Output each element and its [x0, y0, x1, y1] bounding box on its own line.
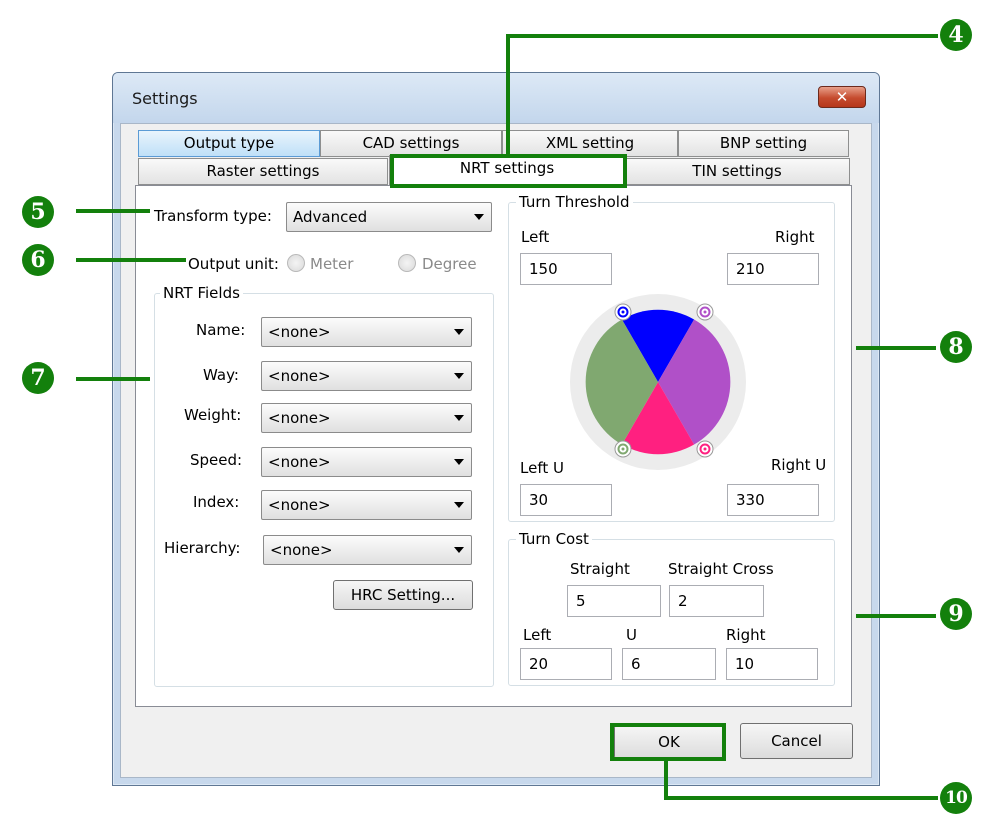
callout-4-leader-horizontal — [506, 34, 938, 38]
handle-right-u-icon[interactable] — [696, 440, 714, 458]
cost-u-label: U — [626, 626, 637, 644]
speed-field-value: <none> — [268, 453, 331, 471]
speed-field-dropdown[interactable]: <none> — [261, 447, 472, 477]
transform-type-label: Transform type: — [154, 207, 272, 225]
turn-threshold-pie[interactable] — [568, 292, 748, 472]
cost-straight-input[interactable]: 5 — [567, 585, 661, 617]
cost-left-input[interactable]: 20 — [520, 648, 612, 680]
threshold-right-input[interactable]: 210 — [727, 253, 819, 285]
transform-type-dropdown[interactable]: Advanced — [286, 202, 492, 232]
degree-radio[interactable] — [398, 254, 416, 272]
callout-5-leader — [76, 209, 150, 213]
turn-threshold-title: Turn Threshold — [516, 193, 633, 211]
ok-button-highlight — [610, 723, 726, 761]
way-field-dropdown[interactable]: <none> — [261, 361, 472, 391]
index-field-value: <none> — [268, 496, 331, 514]
transform-type-value: Advanced — [293, 208, 368, 226]
chevron-down-icon — [454, 459, 464, 465]
nrt-tab-highlight — [390, 154, 627, 188]
callout-4-badge: 4 — [940, 19, 972, 51]
tab-output-type[interactable]: Output type — [138, 130, 320, 157]
cancel-button[interactable]: Cancel — [740, 723, 853, 759]
chevron-down-icon — [454, 415, 464, 421]
cost-right-label: Right — [726, 626, 766, 644]
cost-right-input[interactable]: 10 — [726, 648, 818, 680]
threshold-right-u-label: Right U — [771, 456, 827, 474]
cost-left-label: Left — [523, 626, 552, 644]
threshold-left-u-input[interactable]: 30 — [520, 484, 612, 516]
index-field-dropdown[interactable]: <none> — [261, 490, 472, 520]
hierarchy-field-label: Hierarchy: — [164, 539, 241, 557]
way-field-value: <none> — [268, 367, 331, 385]
cost-straight-cross-input[interactable]: 2 — [669, 585, 764, 617]
tab-xml-setting[interactable]: XML setting — [502, 130, 678, 157]
cost-u-input[interactable]: 6 — [622, 648, 716, 680]
title-bar[interactable] — [113, 73, 879, 123]
turn-cost-title: Turn Cost — [516, 530, 592, 548]
callout-7-badge: 7 — [22, 362, 54, 394]
name-field-dropdown[interactable]: <none> — [261, 317, 472, 347]
index-field-label: Index: — [193, 493, 240, 511]
callout-10-leader-vertical — [664, 760, 668, 800]
threshold-left-input[interactable]: 150 — [520, 253, 612, 285]
chevron-down-icon — [454, 502, 464, 508]
callout-9-leader — [856, 614, 936, 618]
callout-5-badge: 5 — [22, 196, 54, 228]
name-field-value: <none> — [268, 323, 331, 341]
weight-field-dropdown[interactable]: <none> — [261, 403, 472, 433]
chevron-down-icon — [454, 547, 464, 553]
callout-9-badge: 9 — [940, 598, 972, 630]
callout-4-leader-vertical — [506, 34, 510, 156]
name-field-label: Name: — [196, 321, 246, 339]
callout-7-leader — [76, 377, 150, 381]
hierarchy-field-value: <none> — [270, 541, 333, 559]
window-title: Settings — [132, 89, 198, 108]
threshold-left-label: Left — [521, 228, 550, 246]
weight-field-label: Weight: — [184, 406, 242, 424]
speed-field-label: Speed: — [190, 451, 243, 469]
threshold-right-label: Right — [775, 228, 815, 246]
close-button[interactable]: ✕ — [818, 86, 866, 108]
degree-radio-label: Degree — [422, 255, 477, 273]
tab-bnp-setting[interactable]: BNP setting — [678, 130, 849, 157]
hierarchy-field-dropdown[interactable]: <none> — [263, 535, 472, 565]
callout-10-leader-horizontal — [664, 796, 938, 800]
cost-straight-cross-label: Straight Cross — [668, 560, 774, 578]
meter-radio[interactable] — [287, 254, 305, 272]
callout-8-badge: 8 — [940, 331, 972, 363]
tab-tin-settings[interactable]: TIN settings — [624, 158, 850, 185]
handle-right-icon[interactable] — [696, 303, 714, 321]
threshold-right-u-input[interactable]: 330 — [727, 484, 819, 516]
callout-6-leader — [76, 258, 186, 262]
meter-radio-label: Meter — [310, 255, 354, 273]
callout-8-leader — [856, 346, 936, 350]
chevron-down-icon — [454, 329, 464, 335]
way-field-label: Way: — [203, 366, 239, 384]
callout-6-badge: 6 — [22, 244, 54, 276]
tab-raster-settings[interactable]: Raster settings — [138, 158, 388, 185]
cost-straight-label: Straight — [570, 560, 630, 578]
chevron-down-icon — [454, 373, 464, 379]
handle-left-icon[interactable] — [614, 303, 632, 321]
hrc-setting-button[interactable]: HRC Setting... — [333, 580, 473, 610]
callout-10-badge: 10 — [940, 782, 972, 814]
nrt-fields-title: NRT Fields — [160, 284, 243, 302]
chevron-down-icon — [474, 214, 484, 220]
tab-cad-settings[interactable]: CAD settings — [320, 130, 502, 157]
weight-field-value: <none> — [268, 409, 331, 427]
threshold-left-u-label: Left U — [520, 459, 564, 477]
output-unit-label: Output unit: — [188, 255, 279, 273]
handle-left-u-icon[interactable] — [614, 440, 632, 458]
